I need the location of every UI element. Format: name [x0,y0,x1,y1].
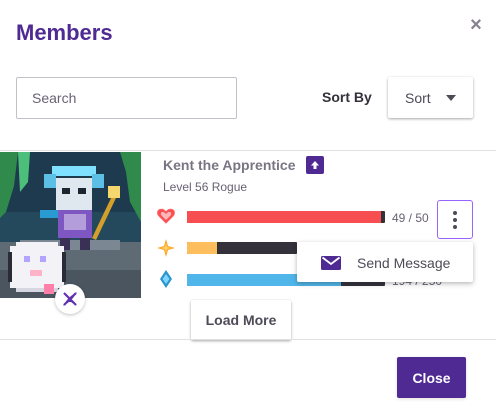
health-bar-fill [187,211,382,223]
send-message-label: Send Message [357,255,451,271]
envelope-icon [321,256,341,270]
load-more-button[interactable]: Load More [191,300,291,340]
health-value: 49 / 50 [392,211,429,225]
member-options-button[interactable] [437,200,473,239]
heart-icon [157,208,175,224]
leader-badge [306,156,324,174]
close-icon[interactable]: × [466,14,486,36]
divider [0,150,496,151]
class-badge [55,284,85,314]
experience-bar-fill [187,242,217,254]
members-modal: Members × Sort By Sort [0,0,496,406]
member-name[interactable]: Kent the Apprentice [163,157,296,173]
health-bar [187,211,385,223]
divider [0,339,496,340]
dots-vertical-icon [453,210,457,215]
mana-drop-icon [160,270,172,288]
rogue-class-icon [63,292,77,306]
sort-dropdown[interactable]: Sort [388,77,473,118]
arrow-up-icon [311,161,319,169]
sort-dropdown-value: Sort [405,89,431,106]
close-button[interactable]: Close [397,357,466,398]
sort-by-label: Sort By [322,89,372,105]
avatar-image [0,152,141,298]
member-avatar[interactable] [0,152,141,298]
send-message-menu-item[interactable]: Send Message [297,242,473,282]
search-input[interactable] [16,77,237,119]
member-level: Level 56 Rogue [163,180,248,194]
chevron-down-icon [446,95,456,101]
experience-bar [187,242,297,254]
star-icon [157,239,175,257]
modal-title: Members [16,20,113,45]
